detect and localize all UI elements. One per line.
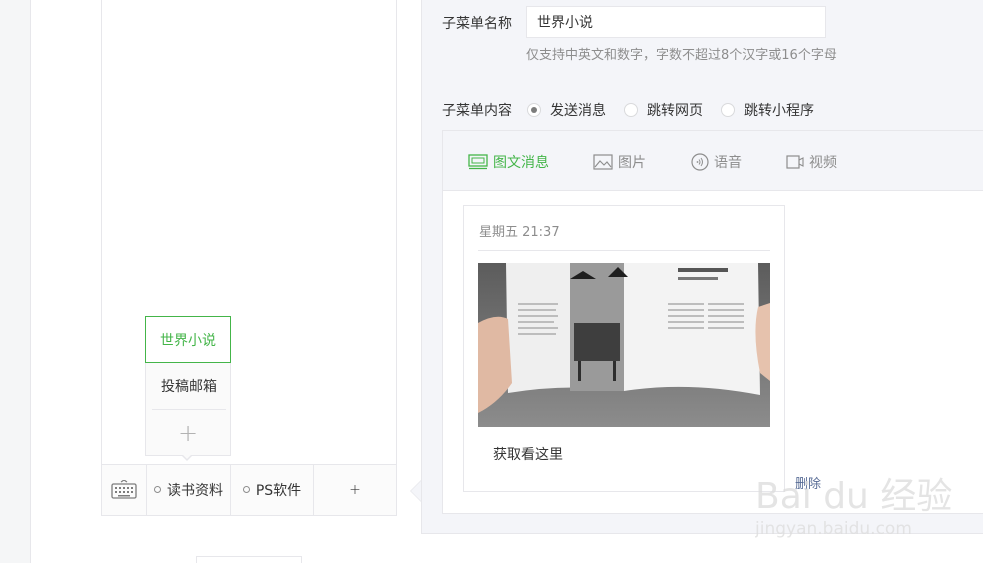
plus-icon: + [349, 482, 361, 498]
tab-image[interactable]: 图片 [593, 152, 646, 172]
submenu-pointer [181, 454, 193, 461]
tab-news[interactable]: 图文消息 [468, 152, 549, 172]
submenu-list: 投稿邮箱 + [145, 363, 231, 456]
keyboard-icon [111, 480, 137, 499]
delete-link[interactable]: 删除 [795, 473, 821, 492]
tab-video[interactable]: 视频 [786, 152, 837, 172]
menu-item-reading[interactable]: 读书资料 [147, 465, 231, 515]
menu-item-label: 读书资料 [167, 483, 223, 499]
submenu-name-label: 子菜单名称 [442, 16, 512, 32]
radio-jump-miniprogram[interactable]: 跳转小程序 [721, 100, 814, 120]
editor-pointer [410, 480, 421, 502]
bottom-tab-stub [196, 556, 302, 563]
tab-voice[interactable]: 语音 [691, 152, 742, 172]
plus-icon: + [177, 418, 199, 447]
submenu-item-label: 世界小说 [160, 332, 216, 349]
submenu-content-label: 子菜单内容 [442, 103, 512, 119]
submenu-item-world-novel[interactable]: 世界小说 [145, 316, 231, 363]
radio-send-message[interactable]: 发送消息 [527, 100, 606, 120]
radio-unchecked-icon [721, 103, 735, 117]
tab-label: 语音 [714, 155, 742, 171]
tab-label: 视频 [809, 155, 837, 171]
submenu-name-tip: 仅支持中英文和数字，字数不超过8个汉字或16个字母 [526, 48, 837, 63]
menu-item-label: PS软件 [255, 483, 302, 499]
news-icon [468, 154, 488, 170]
radio-label: 跳转小程序 [744, 103, 814, 119]
keyboard-toggle[interactable] [102, 465, 147, 515]
news-preview-card[interactable]: 星期五 21:37 获取看这里 [463, 205, 785, 492]
card-date: 星期五 21:37 [479, 225, 560, 240]
add-submenu-button[interactable]: + [146, 410, 230, 455]
menu-item-ps-software[interactable]: PS软件 [231, 465, 314, 515]
tab-label: 图文消息 [493, 155, 549, 171]
custom-menu-bar: 读书资料 PS软件 + [102, 464, 396, 515]
tab-label: 图片 [618, 155, 646, 171]
sidebar-divider [30, 0, 31, 563]
submenu-item-submission-email[interactable]: 投稿邮箱 [152, 363, 226, 410]
image-icon [593, 154, 613, 170]
submenu-name-input[interactable] [526, 6, 826, 38]
radio-label: 跳转网页 [647, 103, 703, 119]
radio-jump-webpage[interactable]: 跳转网页 [624, 100, 703, 120]
cover-image [478, 263, 770, 427]
submenu-popup: 世界小说 投稿邮箱 + [145, 316, 231, 456]
submenu-item-label: 投稿邮箱 [161, 379, 217, 395]
card-divider [478, 250, 770, 251]
submenu-dot-icon [154, 485, 161, 493]
radio-unchecked-icon [624, 103, 638, 117]
voice-icon [691, 153, 709, 171]
video-icon [786, 155, 804, 169]
add-menu-button[interactable]: + [314, 465, 396, 515]
radio-label: 发送消息 [550, 103, 606, 119]
submenu-dot-icon [242, 485, 250, 493]
card-title: 获取看这里 [493, 447, 563, 463]
message-type-tabs: 图文消息 图片 语音 视频 [443, 131, 983, 191]
radio-checked-icon [527, 103, 541, 117]
left-sidebar-strip [0, 0, 30, 563]
